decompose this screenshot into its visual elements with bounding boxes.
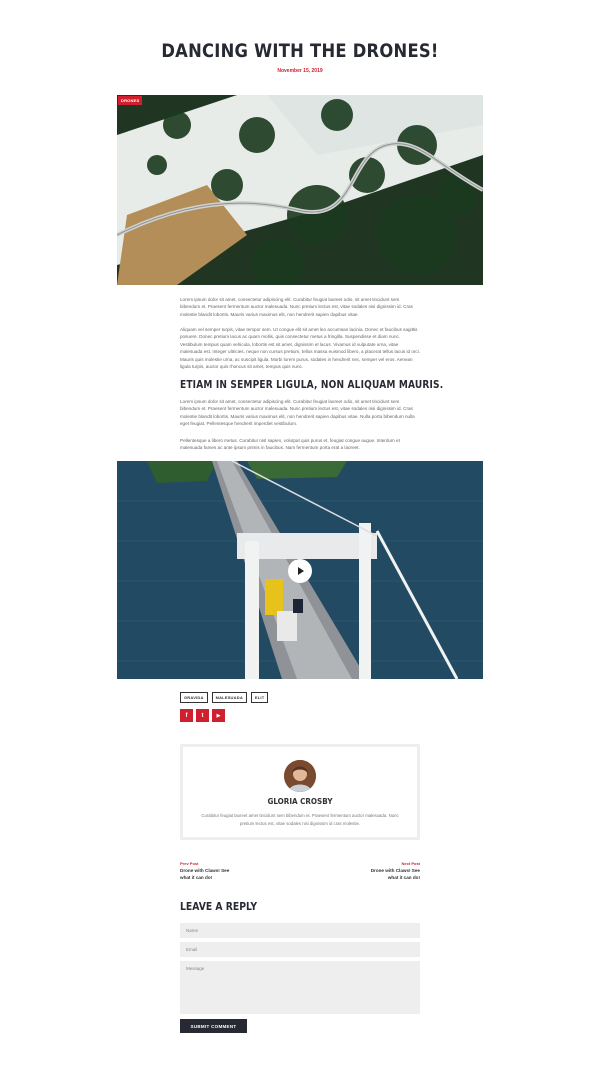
author-photo bbox=[284, 760, 316, 792]
paragraph-4: Pellentesque a libero metus. Curabitur n… bbox=[180, 438, 400, 451]
post-tags: GRAVIDA MALESUADA ELIT bbox=[180, 692, 269, 703]
forest-road-aerial-image bbox=[117, 95, 483, 285]
category-badge[interactable]: DRONES bbox=[118, 96, 143, 105]
youtube-icon[interactable]: ▶ bbox=[212, 709, 225, 722]
play-button[interactable] bbox=[288, 559, 312, 583]
tag-malesuada[interactable]: MALESUADA bbox=[211, 692, 247, 703]
prev-post-link[interactable]: Drone with Claws! See what it can do! bbox=[180, 868, 240, 881]
tag-gravida[interactable]: GRAVIDA bbox=[180, 692, 208, 703]
reply-heading: LEAVE A REPLY bbox=[180, 900, 258, 913]
play-icon bbox=[298, 567, 304, 575]
post-date: November 15, 2019 bbox=[277, 68, 323, 74]
twitter-icon[interactable]: t bbox=[196, 709, 209, 722]
author-avatar bbox=[284, 760, 316, 792]
name-field[interactable] bbox=[180, 923, 420, 938]
section-heading: ETIAM IN SEMPER LIGULA, NON ALIQUAM MAUR… bbox=[180, 379, 444, 391]
paragraph-2: Aliquam vel semper turpis, vitae tempor … bbox=[180, 327, 421, 370]
social-share: f t ▶ bbox=[180, 709, 225, 722]
hero-image bbox=[117, 95, 483, 285]
next-post-link[interactable]: Drone with Claws! See what it can do! bbox=[360, 868, 420, 881]
author-name: GLORIA CROSBY bbox=[267, 797, 333, 806]
facebook-icon[interactable]: f bbox=[180, 709, 193, 722]
author-bio: Curabitur feugiat laoreet amet tincidunt… bbox=[201, 813, 399, 826]
paragraph-3: Lorem ipsum dolor sit amet, consectetur … bbox=[180, 399, 415, 427]
next-post-label: Next Post bbox=[401, 861, 420, 866]
prev-post-label: Prev Post bbox=[180, 861, 199, 866]
message-field[interactable] bbox=[180, 961, 420, 1014]
post-title: DANCING WITH THE DRONES! bbox=[161, 40, 439, 62]
tag-elit[interactable]: ELIT bbox=[250, 692, 269, 703]
submit-comment-button[interactable]: SUBMIT COMMENT bbox=[180, 1019, 247, 1033]
email-field[interactable] bbox=[180, 942, 420, 957]
paragraph-1: Lorem ipsum dolor sit amet, consectetur … bbox=[180, 297, 413, 317]
